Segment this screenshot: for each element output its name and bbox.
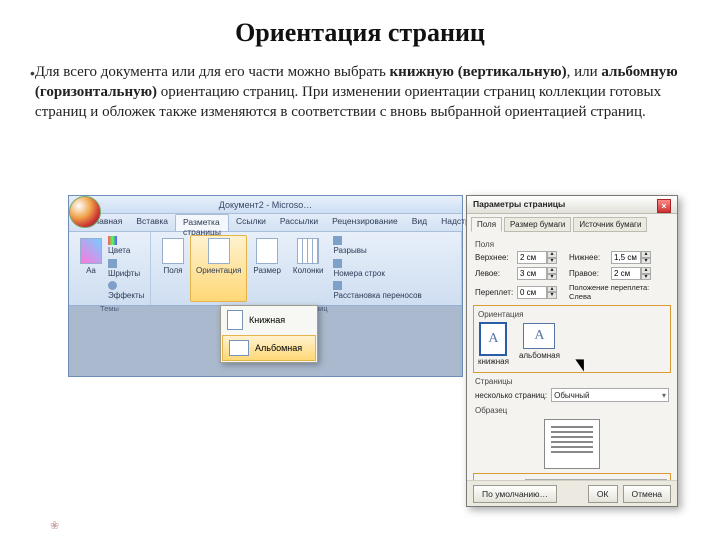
margins-button[interactable]: Поля <box>156 235 190 302</box>
ribbon-group-pagesetup: Поля Ориентация Размер Колонки Разрывы Н… <box>151 232 462 305</box>
dialog-titlebar: Параметры страницы × <box>467 196 677 214</box>
effects-button[interactable]: Эффекты <box>108 280 144 302</box>
lbl-bottom: Нижнее: <box>569 253 605 262</box>
office-button[interactable] <box>69 196 101 228</box>
dlg-orient-landscape[interactable]: Aальбомная <box>519 323 560 366</box>
lbl-gutter: Переплет: <box>475 288 511 297</box>
margins-grid: Верхнее: ▴▾ Нижнее: ▴▾ Левое: ▴▾ Правое:… <box>475 251 669 301</box>
body-pre: Для всего документа или для его части мо… <box>35 64 390 80</box>
tab-review[interactable]: Рецензирование <box>325 214 405 231</box>
dialog-tabs: Поля Размер бумаги Источник бумаги <box>467 214 677 232</box>
dlg-tab-paper[interactable]: Размер бумаги <box>504 217 571 232</box>
preview-pane <box>475 419 669 469</box>
spin-right[interactable]: ▴▾ <box>611 267 657 280</box>
breaks-button[interactable]: Разрывы <box>333 235 421 257</box>
linenumbers-button[interactable]: Номера строк <box>333 257 421 279</box>
orientation-dropdown: Книжная Альбомная <box>220 305 318 363</box>
themes-subbuttons: Цвета Шрифты Эффекты <box>108 235 144 302</box>
cancel-button[interactable]: Отмена <box>623 485 672 503</box>
pages-several-select[interactable]: Обычный <box>551 388 669 402</box>
default-button[interactable]: По умолчанию… <box>473 485 557 503</box>
dialog-title: Параметры страницы <box>473 199 565 210</box>
dlg-tab-margins[interactable]: Поля <box>471 217 502 232</box>
tab-insert[interactable]: Вставка <box>129 214 175 231</box>
hyphenation-button[interactable]: Расстановка переносов <box>333 280 421 302</box>
themes-button[interactable]: Aa <box>74 235 108 302</box>
tab-mailings[interactable]: Рассылки <box>273 214 325 231</box>
group-label-themes: Темы <box>74 302 145 313</box>
lbl-right: Правое: <box>569 269 605 278</box>
fonts-button[interactable]: Шрифты <box>108 257 144 279</box>
ribbon-tabs: Главная Вставка Разметка страницы Ссылки… <box>69 214 462 232</box>
orientation-landscape-item[interactable]: Альбомная <box>222 335 316 361</box>
tab-pagelayout[interactable]: Разметка страницы <box>175 214 229 231</box>
pages-several-label: несколько страниц: <box>475 391 547 400</box>
columns-button[interactable]: Колонки <box>287 235 330 302</box>
lbl-top: Верхнее: <box>475 253 511 262</box>
pages-type-row: несколько страниц: Обычный <box>475 388 669 402</box>
page-setup-dialog: Параметры страницы × Поля Размер бумаги … <box>466 195 678 507</box>
input-right[interactable] <box>611 267 641 280</box>
close-icon[interactable]: × <box>657 199 671 213</box>
dialog-body: Поля Верхнее: ▴▾ Нижнее: ▴▾ Левое: ▴▾ Пр… <box>467 232 677 505</box>
slide-title: Ориентация страниц <box>0 0 720 48</box>
dlg-tab-source[interactable]: Источник бумаги <box>573 217 647 232</box>
word-titlebar: Документ2 - Microso… <box>69 196 462 214</box>
ok-button[interactable]: ОК <box>588 485 618 503</box>
pagesetup-subbuttons: Разрывы Номера строк Расстановка перенос… <box>329 235 421 302</box>
body-text: Для всего документа или для его части мо… <box>35 62 680 122</box>
input-left[interactable] <box>517 267 547 280</box>
lbl-gutterpos: Положение переплета: Слева <box>569 283 657 301</box>
orient-section-label: Ориентация <box>478 310 666 319</box>
margins-section-label: Поля <box>475 240 669 249</box>
lbl-left: Левое: <box>475 269 511 278</box>
size-button[interactable]: Размер <box>247 235 287 302</box>
orientation-portrait-item[interactable]: Книжная <box>221 306 317 334</box>
spin-bottom[interactable]: ▴▾ <box>611 251 657 264</box>
slide-decorator-icon <box>50 516 60 526</box>
ribbon: Aa Цвета Шрифты Эффекты Темы Поля Ориент… <box>69 232 462 306</box>
colors-button[interactable]: Цвета <box>108 235 144 257</box>
tab-references[interactable]: Ссылки <box>229 214 273 231</box>
orientation-section: Ориентация Aкнижная Aальбомная <box>473 305 671 373</box>
tab-view[interactable]: Вид <box>405 214 434 231</box>
spin-top[interactable]: ▴▾ <box>517 251 563 264</box>
dialog-footer: По умолчанию… ОК Отмена <box>467 480 677 506</box>
body-bullet: • Для всего документа или для его части … <box>0 48 720 122</box>
preview-label: Образец <box>475 406 669 415</box>
body-bold-1: книжную (вертикальную) <box>390 64 567 80</box>
input-bottom[interactable] <box>611 251 641 264</box>
input-top[interactable] <box>517 251 547 264</box>
orientation-button[interactable]: Ориентация <box>190 235 247 302</box>
pages-section-label: Страницы <box>475 377 669 386</box>
embedded-screenshot: Документ2 - Microso… Главная Вставка Раз… <box>68 195 678 515</box>
input-gutter[interactable] <box>517 286 547 299</box>
dlg-orient-portrait[interactable]: Aкнижная <box>478 323 509 366</box>
ribbon-group-themes: Aa Цвета Шрифты Эффекты Темы <box>69 232 151 305</box>
spin-left[interactable]: ▴▾ <box>517 267 563 280</box>
body-mid: , или <box>567 64 602 80</box>
spin-gutter[interactable]: ▴▾ <box>517 286 563 299</box>
